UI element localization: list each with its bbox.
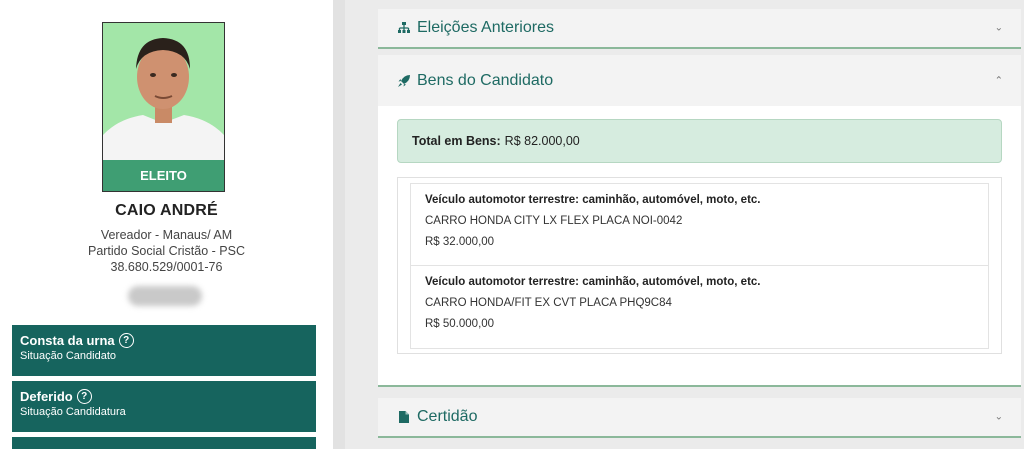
panel-title: Certidão	[417, 408, 478, 425]
status-title: Consta da urna	[20, 333, 115, 348]
asset-value: R$ 32.000,00	[425, 236, 495, 248]
help-icon[interactable]: ?	[76, 389, 92, 404]
panel-assets-body: Total em Bens: R$ 82.000,00 Veículo auto…	[378, 106, 1021, 385]
panel-title: Eleições Anteriores	[417, 19, 554, 36]
chevron-down-icon[interactable]: ⌄	[995, 23, 1003, 34]
status-subtitle: Situação Candidatura	[20, 406, 126, 418]
status-card-urna: Consta da urna ? Situação Candidato	[12, 325, 316, 376]
chevron-down-icon[interactable]: ⌄	[995, 412, 1003, 423]
column-divider	[333, 0, 345, 449]
blurred-text	[128, 286, 202, 306]
list-item: Veículo automotor terrestre: caminhão, a…	[410, 266, 989, 349]
candidate-portrait-image	[103, 23, 224, 163]
sitemap-icon	[398, 22, 410, 33]
status-title: Deferido	[20, 389, 73, 404]
file-icon	[399, 411, 409, 423]
candidate-party: Partido Social Cristão - PSC	[87, 244, 245, 258]
asset-description: CARRO HONDA CITY LX FLEX PLACA NOI-0042	[425, 215, 683, 227]
panel-previous-elections: Eleições Anteriores ⌄	[378, 9, 1021, 49]
asset-type: Veículo automotor terrestre: caminhão, a…	[425, 194, 761, 206]
panel-certificate-header[interactable]: Certidão ⌄	[378, 398, 1021, 436]
status-subtitle: Situação Candidato	[20, 350, 117, 362]
candidate-cnpj: 38.680.529/0001-76	[110, 260, 223, 274]
candidate-role: Vereador - Manaus/ AM	[100, 228, 233, 242]
assets-list: Veículo automotor terrestre: caminhão, a…	[397, 177, 1002, 354]
panel-assets-header[interactable]: Bens do Candidato ⌃	[378, 55, 1021, 106]
candidate-sidebar: ELEITO CAIO ANDRÉ Vereador - Manaus/ AM …	[0, 0, 333, 449]
status-card-partial	[12, 437, 316, 449]
asset-value: R$ 50.000,00	[425, 318, 495, 330]
panel-title: Bens do Candidato	[417, 71, 554, 89]
asset-type: Veículo automotor terrestre: caminhão, a…	[425, 276, 761, 288]
assets-total-label: Total em Bens:	[412, 134, 501, 148]
candidate-name: CAIO ANDRÉ	[115, 202, 218, 219]
chevron-up-icon[interactable]: ⌃	[995, 75, 1003, 86]
rocket-icon	[398, 74, 410, 87]
help-icon[interactable]: ?	[118, 333, 134, 348]
list-item: Veículo automotor terrestre: caminhão, a…	[410, 183, 989, 266]
panel-assets: Bens do Candidato ⌃ Total em Bens: R$ 82…	[378, 55, 1021, 387]
asset-description: CARRO HONDA/FIT EX CVT PLACA PHQ9C84	[425, 297, 672, 309]
assets-total-value: R$ 82.000,00	[504, 134, 580, 148]
assets-total: Total em Bens: R$ 82.000,00	[397, 119, 1002, 163]
panel-certificate: Certidão ⌄	[378, 398, 1021, 438]
panel-previous-elections-header[interactable]: Eleições Anteriores ⌄	[378, 9, 1021, 47]
status-card-candidatura: Deferido ? Situação Candidatura	[12, 381, 316, 432]
candidate-photo: ELEITO	[102, 22, 225, 192]
elected-badge: ELEITO	[103, 160, 224, 191]
